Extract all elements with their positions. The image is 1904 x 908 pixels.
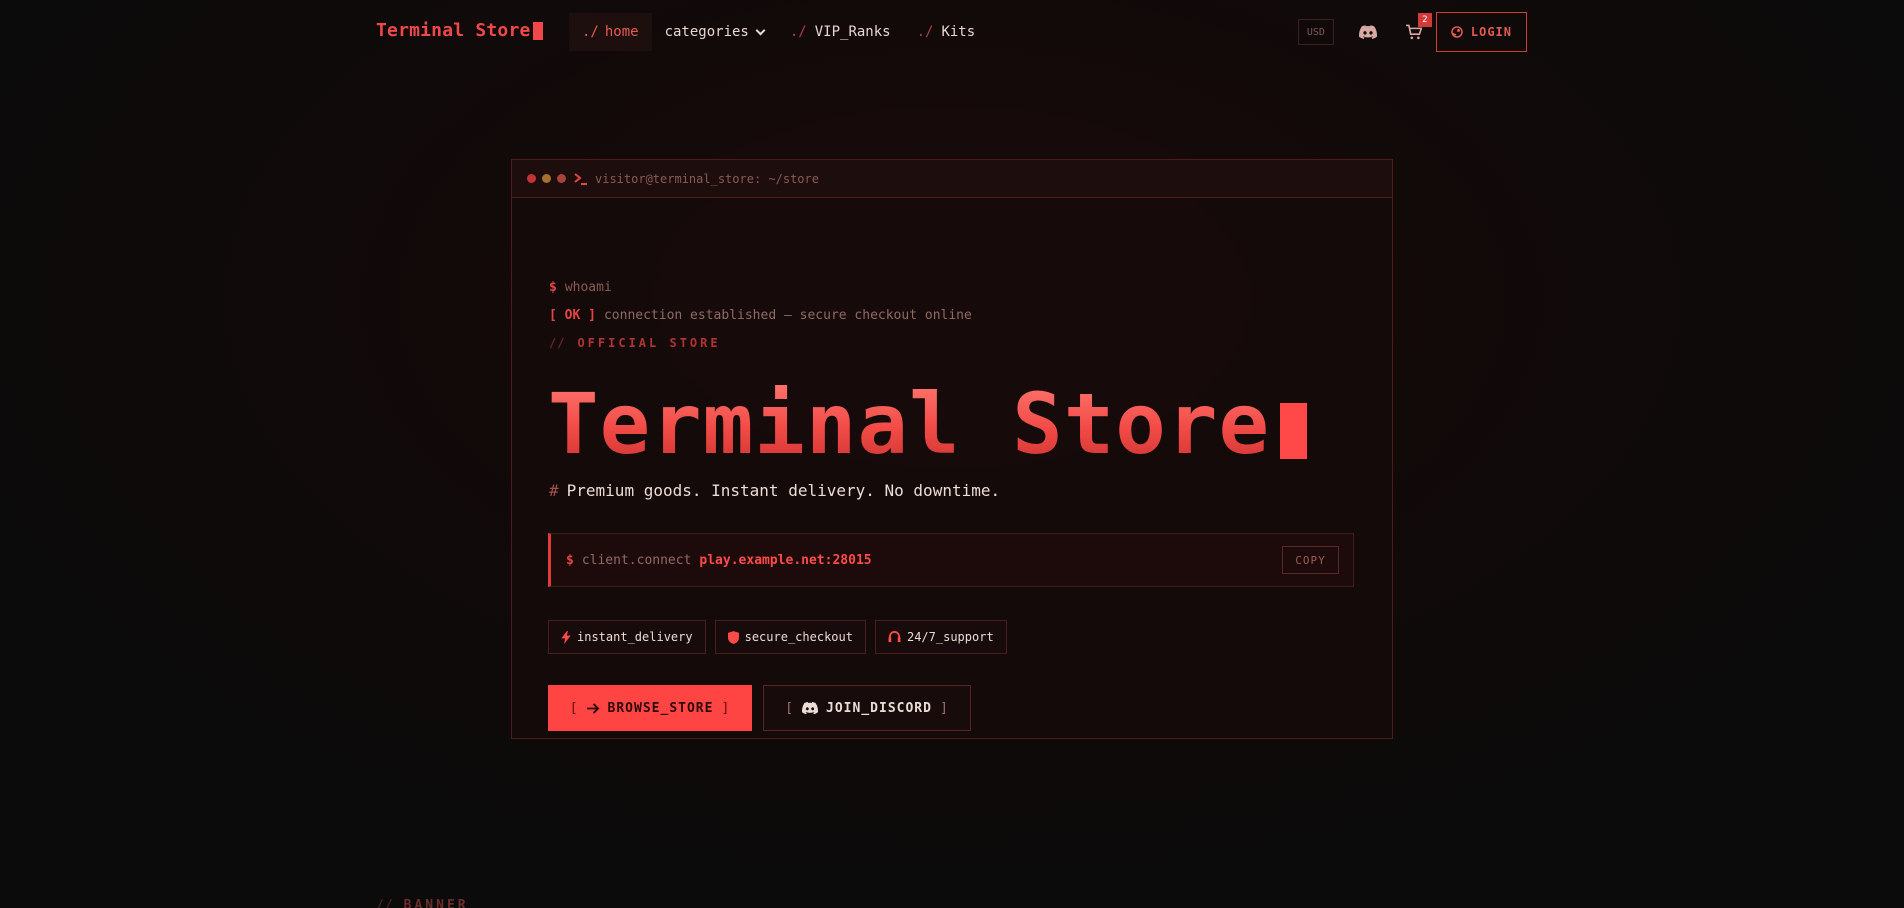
- comment-slashes: //: [376, 898, 394, 908]
- tagline-text: Premium goods. Instant delivery. No down…: [566, 481, 1001, 500]
- badge-support: 24/7_support: [874, 620, 1007, 654]
- status-text: connection established — secure checkout…: [603, 308, 972, 323]
- prompt-symbol: $: [566, 552, 574, 568]
- hero-title-text: Terminal Store: [548, 375, 1271, 473]
- arrow-right-icon: [586, 702, 599, 714]
- brand-logo[interactable]: Terminal Store: [376, 20, 543, 41]
- bracket-open: [: [785, 700, 795, 716]
- cart-button[interactable]: 2: [1402, 13, 1432, 44]
- official-store-label: // OFFICIAL STORE: [549, 336, 721, 350]
- discord-icon: [802, 702, 819, 714]
- banner-label-text: BANNER: [403, 898, 469, 908]
- cart-count-badge: 2: [1417, 13, 1432, 27]
- nav-link-prefix: ./: [582, 24, 599, 40]
- terminal-titlebar: visitor@terminal_store: ~/store: [512, 160, 1392, 198]
- nav-link-home[interactable]: ./ home: [569, 13, 652, 51]
- headset-icon: [888, 631, 901, 643]
- steam-icon: [1451, 26, 1463, 38]
- nav-link-label: categories: [664, 24, 749, 40]
- status-line: [ OK ] connection established — secure ch…: [549, 308, 972, 323]
- top-navbar: Terminal Store ./ home categories ./ VIP…: [0, 0, 1904, 64]
- nav-links: ./ home categories ./ VIP_Ranks ./ Kits: [569, 13, 988, 51]
- nav-actions: USD 2 LOGIN: [1297, 12, 1527, 52]
- window-close-dot: [527, 174, 536, 183]
- window-minimize-dot: [542, 174, 551, 183]
- ok-status: [ OK ]: [549, 308, 596, 323]
- login-button[interactable]: LOGIN: [1435, 12, 1527, 52]
- bracket-open: [: [569, 700, 579, 716]
- window-maximize-dot: [557, 174, 566, 183]
- badge-label: 24/7_support: [906, 630, 994, 644]
- server-address: play.example.net:28015: [699, 552, 872, 568]
- hero-title: Terminal Store: [548, 375, 1308, 473]
- currency-selector[interactable]: USD: [1297, 19, 1334, 45]
- terminal-window: visitor@terminal_store: ~/store $ whoami …: [511, 159, 1393, 739]
- cursor-block: [532, 21, 543, 40]
- browse-store-label: BROWSE_STORE: [607, 700, 714, 716]
- server-connect-box: $ client.connect play.example.net:28015 …: [548, 533, 1354, 587]
- bolt-icon: [561, 630, 571, 644]
- badge-label: secure_checkout: [744, 630, 853, 644]
- cta-buttons: [ BROWSE_STORE ] [ JOIN_DISCORD ]: [548, 685, 971, 731]
- badge-instant-delivery: instant_delivery: [548, 620, 706, 654]
- bracket-close: ]: [721, 700, 731, 716]
- badge-secure-checkout: secure_checkout: [714, 620, 866, 654]
- tagline-hash: #: [549, 481, 559, 500]
- feature-badges: instant_delivery secure_checkout 24/7_su…: [548, 620, 1007, 654]
- whoami-command: whoami: [564, 280, 612, 295]
- banner-section-label: // BANNER: [376, 898, 469, 908]
- chevron-down-icon: [755, 25, 766, 35]
- join-discord-label: JOIN_DISCORD: [826, 700, 932, 716]
- badge-label: instant_delivery: [577, 630, 693, 644]
- nav-link-label: VIP_Ranks: [814, 24, 891, 40]
- copy-address-button[interactable]: COPY: [1282, 546, 1339, 574]
- connect-command: client.connect: [581, 552, 692, 568]
- comment-slashes: //: [549, 336, 566, 350]
- nav-link-categories[interactable]: categories: [652, 13, 777, 51]
- join-discord-button[interactable]: [ JOIN_DISCORD ]: [763, 685, 971, 731]
- nav-link-label: home: [604, 24, 639, 40]
- tagline: # Premium goods. Instant delivery. No dow…: [549, 481, 1000, 500]
- bracket-close: ]: [939, 700, 949, 716]
- nav-link-prefix: ./: [916, 24, 934, 40]
- hero-cursor-block: [1280, 403, 1308, 459]
- terminal-title: visitor@terminal_store: ~/store: [595, 171, 819, 186]
- shield-icon: [727, 630, 739, 644]
- official-store-text: OFFICIAL STORE: [577, 336, 721, 350]
- discord-icon[interactable]: [1356, 20, 1380, 44]
- terminal-prompt-icon: [574, 172, 588, 185]
- login-label: LOGIN: [1470, 25, 1512, 39]
- nav-link-prefix: ./: [789, 24, 807, 40]
- browse-store-button[interactable]: [ BROWSE_STORE ]: [548, 685, 752, 731]
- nav-link-vip-ranks[interactable]: ./ VIP_Ranks: [777, 13, 904, 51]
- whoami-line: $ whoami: [549, 280, 612, 295]
- brand-name: Terminal Store: [376, 20, 531, 41]
- nav-link-kits[interactable]: ./ Kits: [904, 13, 989, 51]
- nav-link-label: Kits: [941, 24, 976, 40]
- prompt-symbol: $: [549, 280, 557, 295]
